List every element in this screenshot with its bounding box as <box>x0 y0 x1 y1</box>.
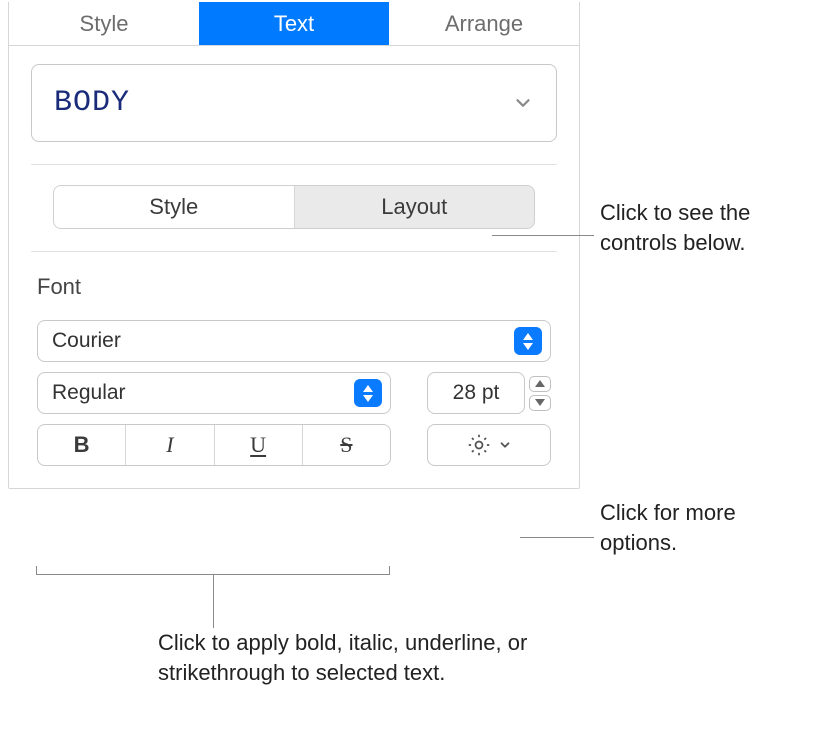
text-style-segmented-control: B I U S <box>37 424 391 466</box>
font-size-field[interactable]: 28 pt <box>427 372 525 414</box>
font-size-stepper <box>529 372 551 414</box>
text-sub-tabs: Style Layout <box>53 185 535 229</box>
callout-text-styles: Click to apply bold, italic, underline, … <box>158 628 558 687</box>
tab-arrange[interactable]: Arrange <box>389 2 579 45</box>
chevron-down-icon <box>512 92 534 114</box>
callout-leader <box>492 235 594 236</box>
divider <box>31 164 557 165</box>
stepper-down-button[interactable] <box>529 395 551 411</box>
callout-sub-tabs: Click to see the controls below. <box>600 198 810 257</box>
paragraph-style-dropdown[interactable]: BODY <box>31 64 557 142</box>
paragraph-style-label: BODY <box>54 86 130 120</box>
stepper-up-button[interactable] <box>529 376 551 392</box>
italic-button[interactable]: I <box>125 425 213 465</box>
more-options-button[interactable] <box>427 424 551 466</box>
callout-more-options: Click for more options. <box>600 498 810 557</box>
font-family-popup[interactable]: Courier <box>37 320 551 362</box>
bold-button[interactable]: B <box>38 425 125 465</box>
divider <box>31 251 557 252</box>
tab-style[interactable]: Style <box>9 2 199 45</box>
font-size-value: 28 pt <box>453 381 500 405</box>
font-weight-value: Regular <box>52 381 126 405</box>
font-family-value: Courier <box>52 329 121 353</box>
font-weight-popup[interactable]: Regular <box>37 372 391 414</box>
inspector-top-tabs: Style Text Arrange <box>9 2 579 46</box>
popup-indicator-icon <box>354 379 382 407</box>
gear-icon <box>466 432 492 458</box>
underline-button[interactable]: U <box>214 425 302 465</box>
sub-tab-layout[interactable]: Layout <box>294 186 535 228</box>
tab-text[interactable]: Text <box>199 2 389 45</box>
sub-tab-style[interactable]: Style <box>54 186 294 228</box>
callout-leader <box>520 537 594 538</box>
font-section-label: Font <box>37 274 579 300</box>
format-inspector-panel: Style Text Arrange BODY Style Layout Fon… <box>8 2 580 489</box>
strikethrough-button[interactable]: S <box>302 425 390 465</box>
popup-indicator-icon <box>514 327 542 355</box>
font-size-group: 28 pt <box>427 372 551 414</box>
callout-bracket <box>36 566 390 584</box>
chevron-down-icon <box>498 438 512 452</box>
